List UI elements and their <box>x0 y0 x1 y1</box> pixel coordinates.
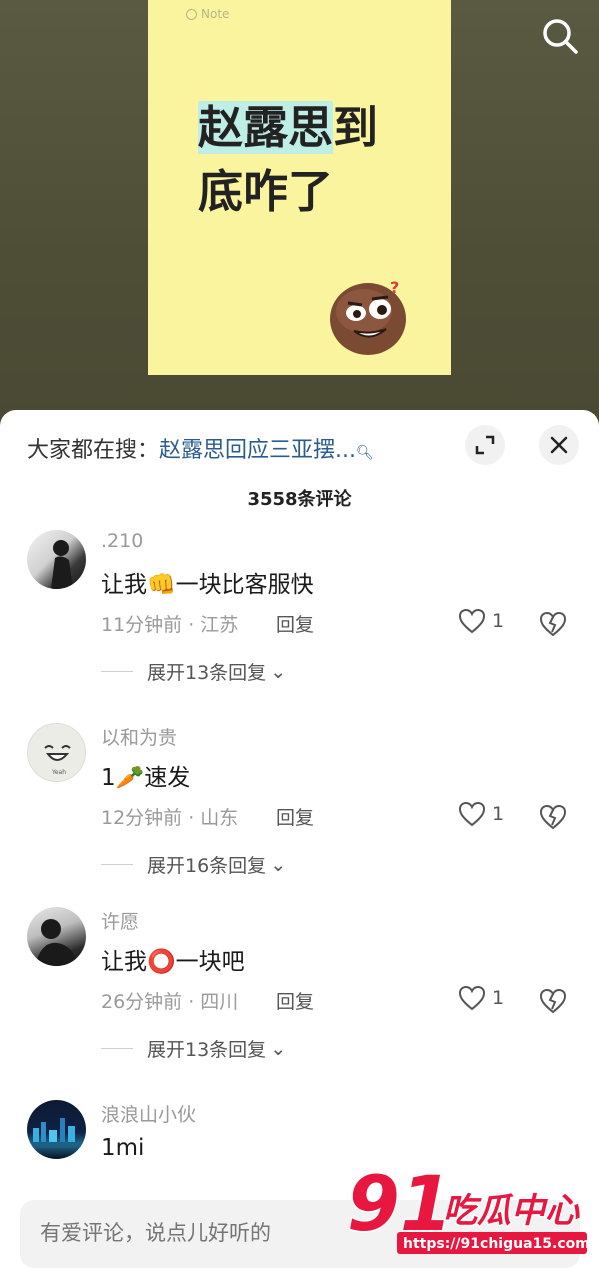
close-sheet-button[interactable] <box>539 425 579 465</box>
comment-text-part: 让我 <box>101 572 147 598</box>
note-headline: 赵露思到 底咋了 <box>198 96 418 224</box>
comment-count: 3558条评论 <box>247 489 352 510</box>
search-icon[interactable] <box>540 16 580 56</box>
smile-face-icon: Yeah <box>44 745 71 776</box>
silhouette-icon <box>51 540 73 589</box>
trending-search[interactable]: 大家都在搜：赵露思回应三亚摆...🔍︎ <box>27 432 374 464</box>
like-count: 1 <box>492 610 505 632</box>
expand-icon <box>475 435 495 455</box>
like-count: 1 <box>492 987 505 1009</box>
comment-meta: 12分钟前 · 山东 <box>101 807 239 829</box>
like-button[interactable]: 1 <box>458 985 504 1011</box>
comment-item: .210 让我👊一块比客服快 11分钟前 · 江苏 回复 1 展开13条回复 ⌄ <box>0 530 599 720</box>
like-button[interactable]: 1 <box>458 801 504 827</box>
avatar[interactable] <box>27 1100 86 1159</box>
comment-item: Yeah 以和为贵 1🥕速发 12分钟前 · 山东 回复 1 展开16条回复 ⌄ <box>0 723 599 913</box>
comment-input[interactable] <box>40 1221 360 1245</box>
comment-username[interactable]: 以和为贵 <box>101 723 177 750</box>
comment-username[interactable]: 浪浪山小伙 <box>101 1100 196 1127</box>
chevron-down-icon: ⌄ <box>270 853 287 876</box>
comment-item: 许愿 让我⭕一块吧 26分钟前 · 四川 回复 1 展开13条回复 ⌄ <box>0 907 599 1097</box>
reply-button[interactable]: 回复 <box>276 987 314 1014</box>
person-silhouette-icon <box>35 919 79 966</box>
svg-text:Yeah: Yeah <box>51 769 66 776</box>
comment-sheet: 大家都在搜：赵露思回应三亚摆...🔍︎ 3558条评论 .210 让我👊一块比客… <box>0 410 599 1280</box>
chevron-down-icon: ⌄ <box>270 1037 287 1060</box>
heart-icon <box>458 801 486 827</box>
expand-sheet-button[interactable] <box>465 425 505 465</box>
avatar[interactable] <box>27 530 86 589</box>
fist-emoji-icon: 👊 <box>147 572 176 598</box>
comment-username[interactable]: .210 <box>101 530 143 552</box>
chevron-down-icon: ⌄ <box>270 660 287 683</box>
note-label-text: Note <box>201 7 230 21</box>
divider <box>101 671 133 672</box>
expand-replies[interactable]: 展开13条回复 ⌄ <box>101 658 286 685</box>
divider <box>101 864 133 865</box>
expand-replies[interactable]: 展开16条回复 ⌄ <box>101 851 286 878</box>
confused-face-emoji-icon: ? <box>330 278 406 355</box>
trending-prefix: 大家都在搜： <box>27 438 160 463</box>
comment-text: 让我⭕一块吧 <box>101 942 245 976</box>
like-button[interactable]: 1 <box>458 608 504 634</box>
heart-icon <box>458 985 486 1011</box>
expand-replies[interactable]: 展开13条回复 ⌄ <box>101 1035 286 1062</box>
trend-search-icon: 🔍︎ <box>356 445 374 461</box>
svg-text:?: ? <box>390 278 399 297</box>
expand-replies-label: 展开16条回复 <box>147 855 267 877</box>
expand-replies-label: 展开13条回复 <box>147 662 267 684</box>
note-highlighted-name: 赵露思 <box>198 101 334 154</box>
reply-button[interactable]: 回复 <box>276 610 314 637</box>
note-line1-rest: 到 <box>333 101 379 154</box>
avatar[interactable] <box>27 907 86 966</box>
comment-text-part: 让我 <box>101 949 147 975</box>
trending-link[interactable]: 赵露思回应三亚摆... <box>159 438 356 463</box>
comment-text-part: 1 <box>101 765 116 791</box>
note-app-label: Note <box>186 7 229 21</box>
comment-text-part: 速发 <box>144 765 191 791</box>
avatar[interactable]: Yeah <box>27 723 86 782</box>
heart-icon <box>458 608 486 634</box>
sticky-note: Note 赵露思到 底咋了 ? <box>148 0 451 375</box>
comment-meta: 11分钟前 · 江苏 <box>101 614 239 636</box>
comment-text: 1🥕速发 <box>101 758 190 792</box>
broken-heart-icon[interactable] <box>539 610 567 638</box>
watermark-url: https://91chigua15.com <box>403 1236 590 1252</box>
close-icon <box>550 436 568 454</box>
note-line2: 底咋了 <box>198 165 334 218</box>
comment-meta: 26分钟前 · 四川 <box>101 991 239 1013</box>
watermark-title: 吃瓜中心 <box>443 1191 580 1231</box>
expand-replies-label: 展开13条回复 <box>147 1039 267 1061</box>
comment-text: 让我👊一块比客服快 <box>101 565 314 599</box>
divider <box>101 1048 133 1049</box>
city-night-icon <box>27 1118 86 1148</box>
note-circle-icon <box>186 8 197 20</box>
comment-text-part: 一块吧 <box>175 949 245 975</box>
site-watermark-logo: 91 吃瓜中心 https://91chigua15.com <box>346 1160 590 1254</box>
comment-text-part: 一块比客服快 <box>175 572 314 598</box>
comment-username[interactable]: 许愿 <box>101 907 139 934</box>
carrot-emoji-icon: 🥕 <box>115 765 145 791</box>
like-count: 1 <box>492 803 505 825</box>
video-player[interactable]: Note 赵露思到 底咋了 ? <box>0 0 599 430</box>
red-circle-emoji-icon: ⭕ <box>147 949 176 975</box>
reply-button[interactable]: 回复 <box>276 803 314 830</box>
broken-heart-icon[interactable] <box>539 987 567 1015</box>
broken-heart-icon[interactable] <box>539 803 567 831</box>
comment-text: 1mi <box>101 1135 145 1161</box>
